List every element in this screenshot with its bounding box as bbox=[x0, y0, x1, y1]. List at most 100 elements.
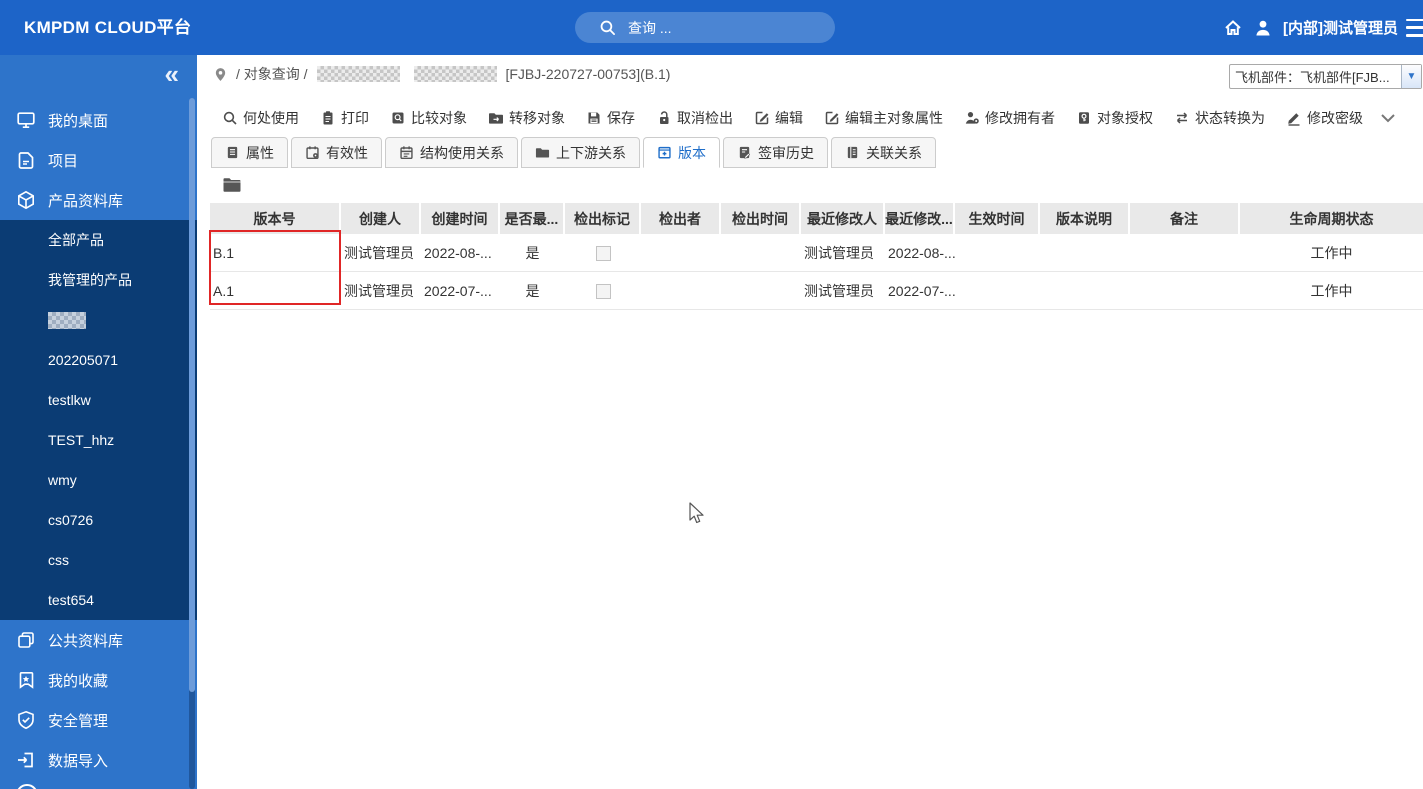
sidebar-subitem-202205071[interactable]: 202205071 bbox=[0, 340, 197, 380]
chevron-down-icon[interactable]: ▼ bbox=[1401, 65, 1421, 88]
current-user-label[interactable]: [内部]测试管理员 bbox=[1283, 17, 1398, 38]
state-transition-icon bbox=[1176, 112, 1188, 124]
sidebar-item-projects[interactable]: 项目 bbox=[0, 140, 197, 180]
search-placeholder: 查询 ... bbox=[628, 19, 672, 36]
column-header-last-modified[interactable]: 最近修改... bbox=[885, 203, 955, 234]
tab-upstream-downstream[interactable]: 上下游关系 bbox=[521, 137, 640, 168]
edit-button[interactable]: 编辑 bbox=[754, 108, 803, 128]
sidebar-item-data-import[interactable]: 数据导入 bbox=[0, 740, 197, 780]
edit-icon bbox=[755, 111, 769, 125]
transfer-icon bbox=[489, 113, 503, 124]
print-button[interactable]: 打印 bbox=[320, 108, 369, 128]
column-header-create-time[interactable]: 创建时间 bbox=[421, 203, 500, 234]
table-row-version-b1[interactable]: B.1 测试管理员 2022-08-... 是 测试管理员 2022-08-..… bbox=[210, 234, 1423, 272]
breadcrumb-object-id: [FJBJ-220727-00753](B.1) bbox=[505, 66, 671, 82]
updown-folder-icon bbox=[535, 148, 550, 158]
tab-versions[interactable]: 版本 bbox=[643, 137, 720, 168]
partial-icon bbox=[16, 784, 38, 789]
redacted-text-block bbox=[414, 66, 498, 82]
column-header-last-modifier[interactable]: 最近修改人 bbox=[801, 203, 885, 234]
history-icon bbox=[739, 146, 751, 159]
change-owner-icon bbox=[965, 112, 979, 124]
object-version-select[interactable]: 飞机部件：飞机部件[FJB... ▼ bbox=[1229, 64, 1422, 89]
sidebar-item-label: 数据导入 bbox=[48, 752, 109, 770]
column-header-remark[interactable]: 备注 bbox=[1130, 203, 1240, 234]
print-icon bbox=[323, 111, 333, 125]
sidebar-subitem-cs0726[interactable]: cs0726 bbox=[0, 500, 197, 540]
security-icon bbox=[18, 710, 34, 730]
change-secret-level-button[interactable]: 修改密级 bbox=[1286, 108, 1363, 128]
sidebar-subitem-my-managed-products[interactable]: 我管理的产品 bbox=[0, 260, 197, 300]
global-search-input[interactable]: 查询 ... bbox=[575, 12, 835, 43]
home-icon[interactable] bbox=[1223, 18, 1243, 38]
sidebar-item-label: 产品资料库 bbox=[48, 192, 124, 210]
column-header-creator[interactable]: 创建人 bbox=[341, 203, 421, 234]
sidebar-item-public-library[interactable]: 公共资料库 bbox=[0, 620, 197, 660]
product-library-submenu: 全部产品 我管理的产品 202205071 testlkw TEST_hhz w… bbox=[0, 220, 197, 620]
sidebar-item-label: 我的收藏 bbox=[48, 672, 109, 690]
favorites-icon bbox=[19, 672, 34, 689]
redacted-text-block bbox=[317, 66, 401, 82]
column-header-version-desc[interactable]: 版本说明 bbox=[1040, 203, 1130, 234]
sidebar-scrollbar-thumb[interactable] bbox=[189, 98, 195, 692]
sidebar-subitem-all-products[interactable]: 全部产品 bbox=[0, 220, 197, 260]
table-header-row: 版本号 创建人 创建时间 是否最... 检出标记 检出者 检出时间 最近修改人 … bbox=[210, 203, 1423, 234]
column-header-is-latest[interactable]: 是否最... bbox=[500, 203, 565, 234]
column-header-version[interactable]: 版本号 bbox=[210, 203, 341, 234]
menu-icon[interactable] bbox=[1406, 18, 1423, 37]
transfer-object-button[interactable]: 转移对象 bbox=[488, 108, 565, 128]
sidebar-item-label: 我的桌面 bbox=[48, 112, 109, 130]
sidebar-item-security[interactable]: 安全管理 bbox=[0, 700, 197, 740]
sidebar-subitem-test654[interactable]: test654 bbox=[0, 580, 197, 620]
sidebar-subitem-testlkw[interactable]: testlkw bbox=[0, 380, 197, 420]
redacted-text-block bbox=[48, 311, 86, 329]
change-owner-button[interactable]: 修改拥有者 bbox=[964, 108, 1055, 128]
tab-validity[interactable]: 有效性 bbox=[291, 137, 382, 168]
folder-icon[interactable] bbox=[222, 176, 242, 194]
where-used-button[interactable]: 何处使用 bbox=[222, 108, 299, 128]
public-library-icon bbox=[18, 632, 34, 648]
sidebar-item-my-favorites[interactable]: 我的收藏 bbox=[0, 660, 197, 700]
validity-icon bbox=[306, 146, 319, 160]
checkout-flag-checkbox[interactable] bbox=[595, 283, 611, 299]
state-transition-button[interactable]: 状态转换为 bbox=[1174, 108, 1265, 128]
app-title: KMPDM CLOUD平台 bbox=[24, 18, 192, 37]
sidebar-subitem-wmy[interactable]: wmy bbox=[0, 460, 197, 500]
sidebar-item-label: 项目 bbox=[48, 152, 79, 170]
sidebar-item-product-library[interactable]: 产品资料库 bbox=[0, 180, 197, 220]
compare-objects-button[interactable]: 比较对象 bbox=[390, 108, 467, 128]
tab-structure-usage[interactable]: 结构使用关系 bbox=[385, 137, 518, 168]
sidebar-subitem-css[interactable]: css bbox=[0, 540, 197, 580]
sidebar-collapse-button[interactable]: « bbox=[0, 55, 197, 100]
user-icon[interactable] bbox=[1253, 18, 1273, 38]
tab-review-history[interactable]: 签审历史 bbox=[723, 137, 828, 168]
column-header-checkout-by[interactable]: 检出者 bbox=[641, 203, 721, 234]
column-header-effective-time[interactable]: 生效时间 bbox=[955, 203, 1040, 234]
change-secret-icon bbox=[1288, 113, 1300, 126]
breadcrumb-row: / 对象查询 / [FJBJ-220727-00753](B.1) 飞机部件：飞… bbox=[200, 55, 1423, 93]
relation-icon bbox=[847, 146, 858, 159]
sidebar-item-my-desktop[interactable]: 我的桌面 bbox=[0, 100, 197, 140]
column-header-lifecycle-state[interactable]: 生命周期状态 bbox=[1240, 203, 1423, 234]
save-icon bbox=[588, 112, 600, 124]
column-header-checkout-time[interactable]: 检出时间 bbox=[721, 203, 801, 234]
sidebar-partial-item bbox=[0, 780, 197, 789]
column-header-checkout-flag[interactable]: 检出标记 bbox=[565, 203, 641, 234]
sidebar-subitem-redacted[interactable] bbox=[0, 300, 197, 340]
table-row-version-a1[interactable]: A.1 测试管理员 2022-07-... 是 测试管理员 2022-07-..… bbox=[210, 272, 1423, 310]
save-button[interactable]: 保存 bbox=[586, 108, 635, 128]
collapse-chevrons-icon: « bbox=[164, 59, 179, 89]
object-select-value: 飞机部件：飞机部件[FJB... bbox=[1235, 70, 1390, 85]
sidebar-subitem-test-hhz[interactable]: TEST_hhz bbox=[0, 420, 197, 460]
object-authorize-button[interactable]: 对象授权 bbox=[1076, 108, 1153, 128]
undo-checkout-button[interactable]: 取消检出 bbox=[656, 108, 733, 128]
edit-master-attributes-button[interactable]: 编辑主对象属性 bbox=[824, 108, 943, 128]
tab-related-relations[interactable]: 关联关系 bbox=[831, 137, 936, 168]
desktop-icon bbox=[17, 112, 35, 129]
breadcrumb: / 对象查询 / [FJBJ-220727-00753](B.1) bbox=[213, 64, 670, 84]
data-import-icon bbox=[18, 752, 33, 768]
checkout-flag-checkbox[interactable] bbox=[595, 245, 611, 261]
sidebar-item-label: 安全管理 bbox=[48, 712, 109, 730]
toolbar-more-chevron-down-icon[interactable] bbox=[1378, 108, 1398, 128]
tab-attributes[interactable]: 属性 bbox=[211, 137, 288, 168]
